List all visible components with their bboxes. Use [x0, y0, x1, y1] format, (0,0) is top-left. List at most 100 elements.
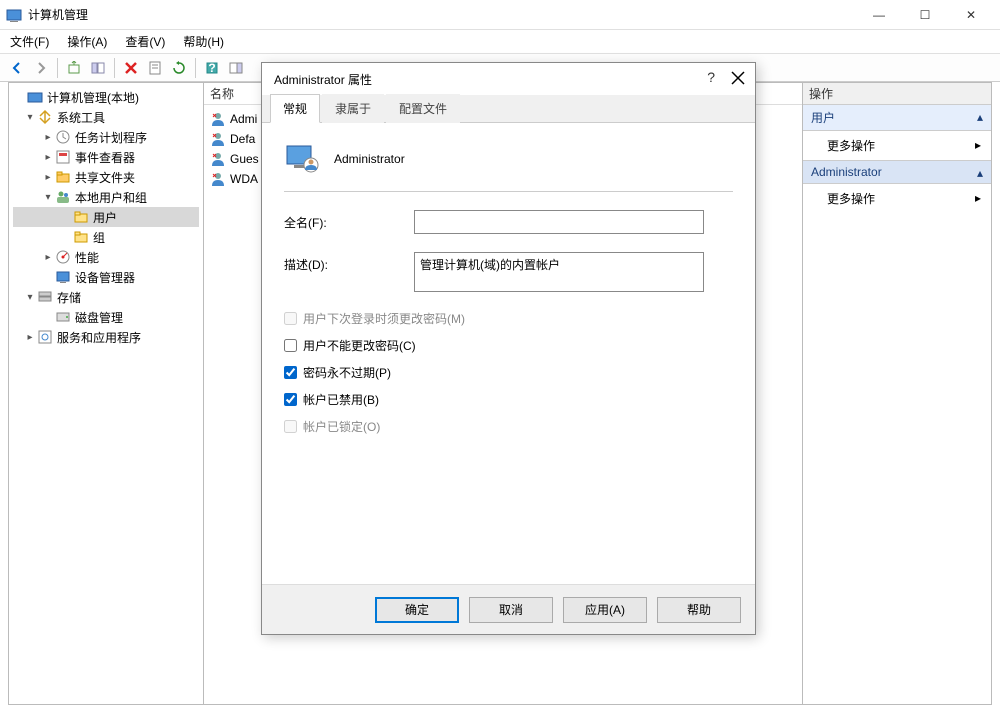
tree-performance[interactable]: ▸ 性能 — [13, 247, 199, 267]
svg-text:?: ? — [208, 61, 215, 75]
menu-action[interactable]: 操作(A) — [67, 33, 107, 50]
tree-system-tools[interactable]: ▾ 系统工具 — [13, 107, 199, 127]
fullname-input[interactable] — [414, 210, 704, 234]
list-item-label: Gues — [230, 152, 259, 166]
tab-general-label: 常规 — [283, 102, 307, 116]
chevron-right-icon: ▸ — [975, 138, 981, 152]
apply-button[interactable]: 应用(A) — [563, 597, 647, 623]
section-user-label: 用户 — [811, 111, 835, 125]
list-item-label: Admi — [230, 112, 257, 126]
tree-diskmgmt-label: 磁盘管理 — [75, 309, 123, 326]
description-label: 描述(D): — [284, 252, 414, 273]
tree-root[interactable]: 计算机管理(本地) — [13, 87, 199, 107]
tree-event-label: 事件查看器 — [75, 149, 135, 166]
menu-file[interactable]: 文件(F) — [10, 33, 49, 50]
tree-local-users-groups[interactable]: ▾ 本地用户和组 — [13, 187, 199, 207]
cancel-button[interactable]: 取消 — [469, 597, 553, 623]
tree-system-tools-label: 系统工具 — [57, 109, 105, 126]
collapse-icon: ▴ — [977, 110, 983, 124]
refresh-button[interactable] — [168, 57, 190, 79]
action-section-admin[interactable]: Administrator ▴ — [803, 160, 991, 184]
tree-storage-label: 存储 — [57, 289, 81, 306]
column-name-label: 名称 — [210, 85, 234, 102]
chk-locked — [284, 420, 297, 433]
window-titlebar: 计算机管理 — ☐ ✕ — [0, 0, 1000, 30]
tree-services-apps[interactable]: ▸ 服务和应用程序 — [13, 327, 199, 347]
chk-never-expire[interactable] — [284, 366, 297, 379]
chk-disabled-label: 帐户已禁用(B) — [303, 391, 379, 408]
user-icon — [210, 151, 226, 167]
tree-event-viewer[interactable]: ▸ 事件查看器 — [13, 147, 199, 167]
minimize-icon: — — [873, 8, 885, 22]
chk-never-expire-label: 密码永不过期(P) — [303, 364, 391, 381]
dialog-titlebar: Administrator 属性 ? — [262, 63, 755, 95]
menu-help[interactable]: 帮助(H) — [183, 33, 224, 50]
tree-groups[interactable]: 组 — [13, 227, 199, 247]
tab-profile-label: 配置文件 — [399, 102, 447, 116]
dialog-body: Administrator 全名(F): 描述(D): 用户下次登录时须更改密码… — [262, 123, 755, 584]
user-large-icon — [284, 141, 320, 177]
up-button[interactable] — [63, 57, 85, 79]
help-button[interactable]: 帮助 — [657, 597, 741, 623]
tree-lug-label: 本地用户和组 — [75, 189, 147, 206]
properties-dialog: Administrator 属性 ? 常规 隶属于 配置文件 Administr… — [261, 62, 756, 635]
tree-pane: 计算机管理(本地) ▾ 系统工具 ▸ 任务计划程序 ▸ 事件查看器 ▸ 共享文件… — [9, 83, 204, 704]
tree-task-scheduler[interactable]: ▸ 任务计划程序 — [13, 127, 199, 147]
action-more-1[interactable]: 更多操作 ▸ — [803, 131, 991, 160]
delete-button[interactable] — [120, 57, 142, 79]
tree-device-manager[interactable]: 设备管理器 — [13, 267, 199, 287]
list-item-label: WDA — [230, 172, 258, 186]
maximize-button[interactable]: ☐ — [902, 0, 948, 30]
action-pane: 操作 用户 ▴ 更多操作 ▸ Administrator ▴ 更多操作 ▸ — [803, 83, 991, 704]
fullname-label: 全名(F): — [284, 210, 414, 231]
tab-profile[interactable]: 配置文件 — [386, 94, 460, 123]
action-more-2[interactable]: 更多操作 ▸ — [803, 184, 991, 213]
action-section-user[interactable]: 用户 ▴ — [803, 105, 991, 131]
window-title: 计算机管理 — [28, 6, 88, 23]
help-button[interactable]: ? — [201, 57, 223, 79]
description-input[interactable] — [414, 252, 704, 292]
tree-groups-label: 组 — [93, 229, 105, 246]
action-header: 操作 — [803, 83, 991, 105]
dialog-help-button[interactable]: ? — [707, 69, 715, 85]
forward-button[interactable] — [30, 57, 52, 79]
action-pane-button[interactable] — [225, 57, 247, 79]
list-item-label: Defa — [230, 132, 255, 146]
section-admin-label: Administrator — [811, 165, 882, 179]
chk-cannot-change-label: 用户不能更改密码(C) — [303, 337, 416, 354]
tree-shared-label: 共享文件夹 — [75, 169, 135, 186]
dialog-username: Administrator — [334, 152, 405, 166]
tree-users[interactable]: 用户 — [13, 207, 199, 227]
chk-disabled[interactable] — [284, 393, 297, 406]
tree-root-label: 计算机管理(本地) — [47, 89, 139, 106]
dialog-title: Administrator 属性 — [274, 71, 372, 88]
user-icon — [210, 131, 226, 147]
menubar: 文件(F) 操作(A) 查看(V) 帮助(H) — [0, 30, 1000, 54]
ok-button[interactable]: 确定 — [375, 597, 459, 623]
window-close-button[interactable]: ✕ — [948, 0, 994, 30]
action-header-label: 操作 — [809, 85, 833, 102]
properties-button[interactable] — [144, 57, 166, 79]
tree-users-label: 用户 — [93, 209, 117, 226]
chk-cannot-change[interactable] — [284, 339, 297, 352]
back-button[interactable] — [6, 57, 28, 79]
chk-must-change — [284, 312, 297, 325]
tree-storage[interactable]: ▾ 存储 — [13, 287, 199, 307]
tree-shared-folders[interactable]: ▸ 共享文件夹 — [13, 167, 199, 187]
tree-disk-management[interactable]: 磁盘管理 — [13, 307, 199, 327]
user-icon — [210, 171, 226, 187]
tab-general[interactable]: 常规 — [270, 94, 320, 123]
tab-memberof-label: 隶属于 — [335, 102, 371, 116]
dialog-close-button[interactable] — [731, 71, 745, 88]
show-hide-button[interactable] — [87, 57, 109, 79]
chevron-right-icon: ▸ — [975, 191, 981, 205]
tree-task-label: 任务计划程序 — [75, 129, 147, 146]
close-icon: ✕ — [966, 8, 976, 22]
menu-view[interactable]: 查看(V) — [125, 33, 165, 50]
tab-memberof[interactable]: 隶属于 — [322, 94, 384, 123]
minimize-button[interactable]: — — [856, 0, 902, 30]
more-label-2: 更多操作 — [827, 192, 875, 206]
dialog-tabs: 常规 隶属于 配置文件 — [262, 95, 755, 123]
collapse-icon: ▴ — [977, 166, 983, 180]
more-label-1: 更多操作 — [827, 139, 875, 153]
